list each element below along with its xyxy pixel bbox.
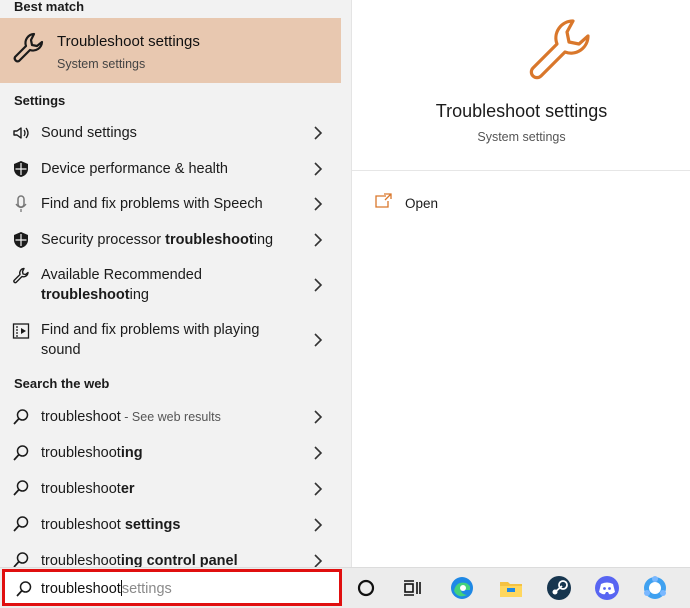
search-text[interactable]: troubleshootsettings [41,580,172,597]
best-match-title: Troubleshoot settings [57,33,200,50]
result-playing-sound[interactable]: Find and fix problems with playing sound [0,313,341,369]
steam-icon[interactable] [545,574,573,602]
search-icon [13,445,29,461]
divider [352,170,690,171]
result-label: Security processor troubleshooting [41,232,274,248]
chevron-right-icon[interactable] [313,162,323,176]
shield-icon [14,161,28,177]
search-icon [16,581,32,597]
chevron-right-icon[interactable] [313,233,323,247]
result-label: troubleshooter [41,481,135,497]
result-label: Find and fix problems with Speech [41,196,263,212]
chevron-right-icon[interactable] [313,446,323,460]
preview-title: Troubleshoot settings [435,101,608,121]
open-icon [375,193,392,208]
chevron-right-icon[interactable] [313,197,323,211]
result-label: troubleshoot - See web results [41,409,221,425]
result-label: troubleshooting [41,445,143,461]
best-match-item[interactable]: Troubleshoot settings System settings [0,18,341,83]
wrench-icon [529,19,590,80]
speaker-icon [13,127,29,139]
chevron-right-icon[interactable] [313,482,323,496]
search-icon [13,409,29,425]
result-label: troubleshoot settings [41,517,181,533]
result-label: Find and fix problems with playing [41,322,260,338]
edge-icon[interactable] [448,574,476,602]
task-view-icon[interactable] [398,574,426,602]
taskbar: troubleshootsettings [0,567,690,608]
result-sound-settings[interactable]: Sound settings [0,116,341,151]
chevron-right-icon[interactable] [313,278,323,292]
preview-pane: Troubleshoot settings System settings Op… [351,0,690,567]
web-result[interactable]: troubleshooting [0,436,341,471]
open-action[interactable]: Open [374,193,494,215]
chevron-right-icon[interactable] [313,518,323,532]
result-label: Device performance & health [41,161,228,177]
result-label-line2: sound [41,342,81,358]
microphone-icon [15,195,27,212]
discord-icon[interactable] [593,574,621,602]
file-explorer-icon[interactable] [497,574,525,602]
results-pane: Best match Troubleshoot settings System … [0,0,351,567]
chevron-right-icon[interactable] [313,554,323,567]
result-speech[interactable]: Find and fix problems with Speech [0,186,341,222]
result-device-performance[interactable]: Device performance & health [0,151,341,186]
result-recommended-troubleshooting[interactable]: Available Recommended troubleshooting [0,258,341,313]
result-security-processor[interactable]: Security processor troubleshooting [0,222,341,258]
search-icon [13,552,29,567]
web-result[interactable]: troubleshoot settings [0,507,341,543]
web-result[interactable]: troubleshoot - See web results [0,400,341,435]
search-icon [13,516,29,532]
chevron-right-icon[interactable] [313,333,323,347]
best-match-header: Best match [14,0,85,14]
web-result[interactable]: troubleshooting control panel [0,543,341,567]
web-header: Search the web [14,376,110,391]
result-label: Sound settings [41,125,137,141]
video-icon [12,323,30,339]
app-icon[interactable] [641,574,669,602]
result-label-line2: troubleshooting [41,287,149,303]
wrench-icon [13,32,44,63]
settings-header: Settings [14,93,66,108]
preview-subtitle: System settings [477,130,566,144]
result-label: troubleshooting control panel [41,553,238,567]
search-icon [13,480,29,496]
search-typed-text: troubleshoot [41,581,121,597]
chevron-right-icon[interactable] [313,410,323,424]
open-label: Open [405,196,439,211]
shield-icon [14,232,28,248]
best-match-subtitle: System settings [57,57,146,71]
search-suggestion: settings [121,581,172,597]
search-input[interactable]: troubleshootsettings [2,569,342,606]
wrench-icon [13,267,29,284]
web-result[interactable]: troubleshooter [0,471,341,507]
chevron-right-icon[interactable] [313,126,323,140]
result-label: Available Recommended [41,267,202,283]
cortana-icon[interactable] [352,574,380,602]
